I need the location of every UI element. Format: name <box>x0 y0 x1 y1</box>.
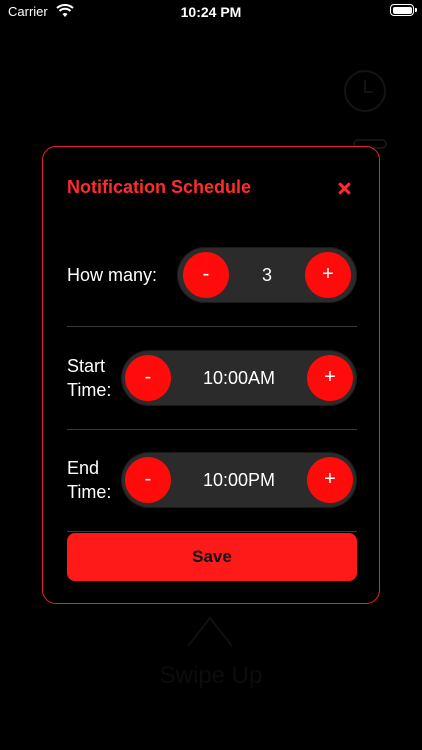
divider <box>67 326 357 327</box>
end-time-stepper: - 10:00PM + <box>121 452 357 508</box>
end-time-row: End Time: - 10:00PM + <box>67 452 357 508</box>
clock-icon <box>344 70 386 112</box>
end-time-label-line2: Time: <box>67 482 112 502</box>
close-icon[interactable] <box>333 175 359 201</box>
increment-button[interactable]: + <box>305 252 351 298</box>
increment-button[interactable]: + <box>307 457 353 503</box>
start-time-value: 10:00AM <box>202 368 276 388</box>
battery-icon <box>390 4 417 16</box>
clock-time: 10:24 PM <box>180 4 242 20</box>
save-button[interactable]: Save <box>67 533 357 581</box>
how-many-stepper: - 3 + <box>177 247 357 303</box>
start-time-label: Start Time: <box>67 354 111 402</box>
decrement-button[interactable]: - <box>183 252 229 298</box>
swipe-up-label: Swipe Up <box>159 662 263 689</box>
start-time-label-line1: Start <box>67 356 106 376</box>
start-time-row: Start Time: - 10:00AM + <box>67 350 357 406</box>
how-many-label: How many: <box>67 265 158 285</box>
end-time-value: 10:00PM <box>202 470 276 490</box>
decrement-button[interactable]: - <box>125 355 171 401</box>
dialog-title: Notification Schedule <box>67 177 252 197</box>
start-time-stepper: - 10:00AM + <box>121 350 357 406</box>
start-time-label-line2: Time: <box>67 380 112 400</box>
swipe-up-arrow-icon <box>187 616 233 647</box>
end-time-label-line1: End <box>67 458 100 478</box>
divider <box>67 531 357 532</box>
end-time-label: End Time: <box>67 456 111 504</box>
decrement-button[interactable]: - <box>125 457 171 503</box>
how-many-value: 3 <box>261 265 272 285</box>
notification-schedule-dialog: Notification Schedule How many: - 3 + St… <box>42 146 380 604</box>
increment-button[interactable]: + <box>307 355 353 401</box>
status-bar: Carrier 10:24 PM <box>0 0 422 26</box>
how-many-row: How many: - 3 + <box>67 247 357 303</box>
divider <box>67 429 357 430</box>
